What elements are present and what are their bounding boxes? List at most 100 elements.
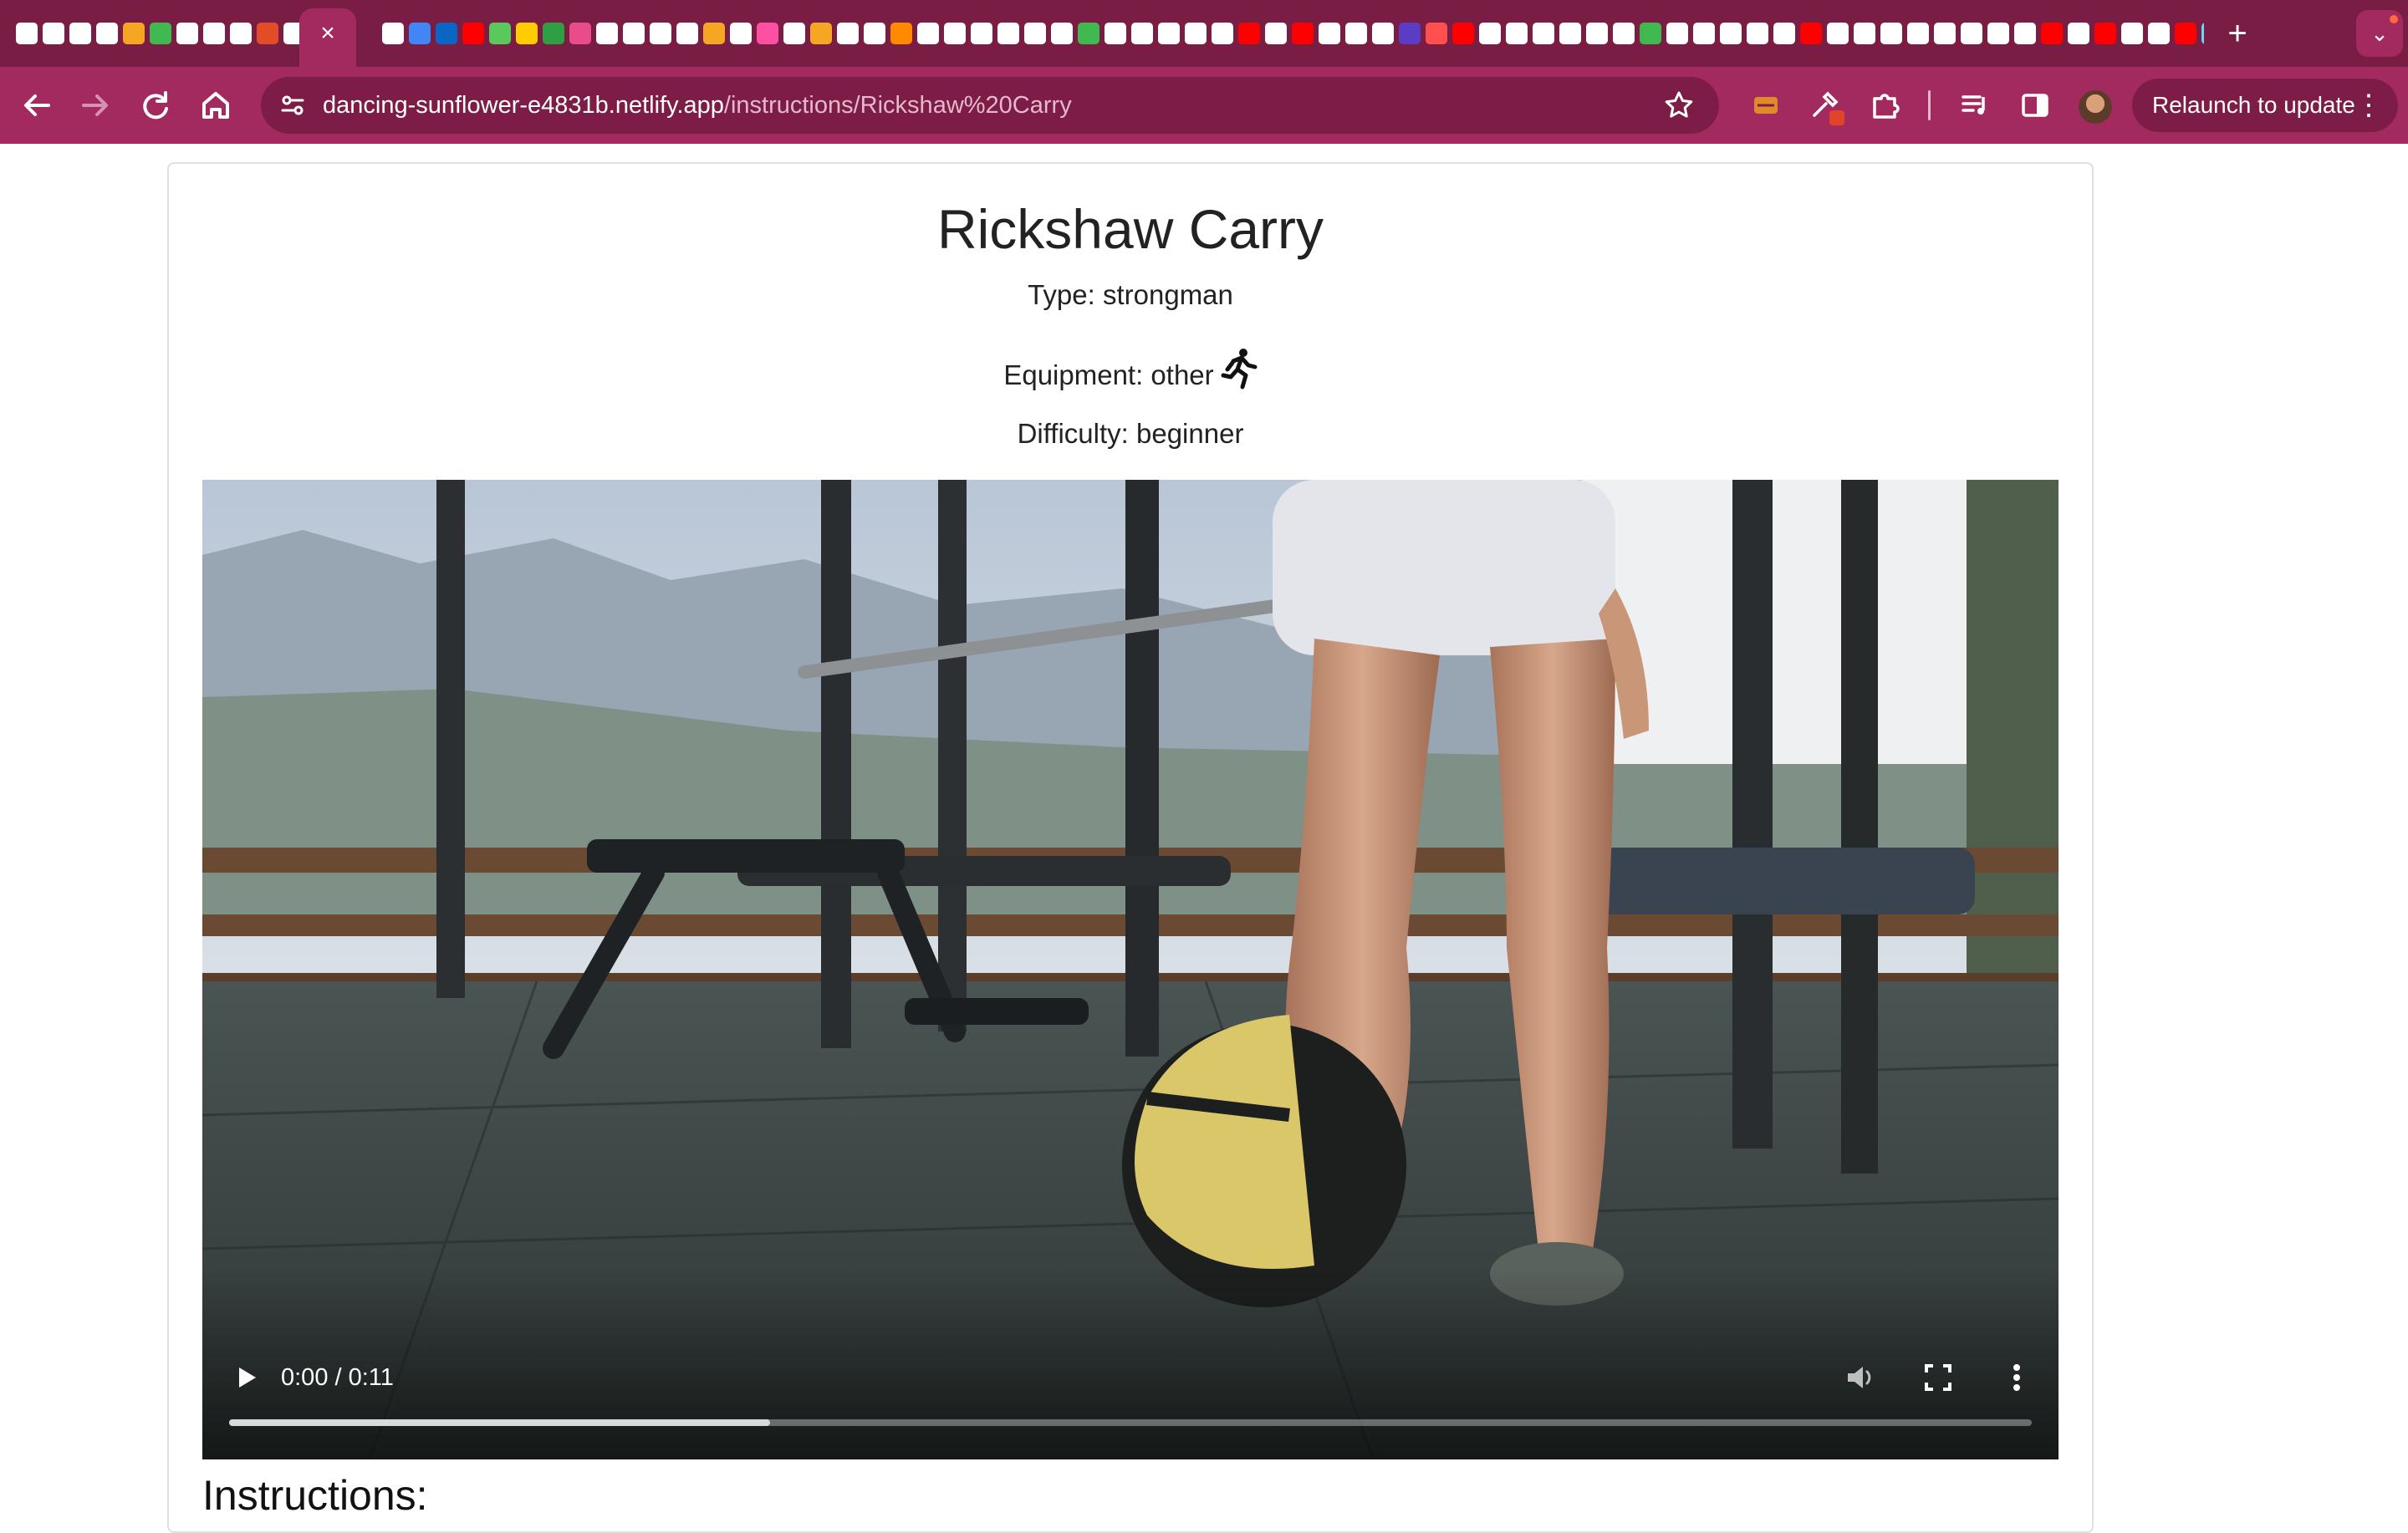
tab-favicon[interactable]: [1479, 23, 1501, 44]
tab-favicon[interactable]: [150, 23, 171, 44]
tab-favicon[interactable]: [783, 23, 805, 44]
tab-favicon[interactable]: [1292, 23, 1314, 44]
url-text[interactable]: dancing-sunflower-e4831b.netlify.app/ins…: [323, 77, 1072, 134]
extension-icon[interactable]: [1747, 87, 1784, 124]
tab-favicon[interactable]: [2094, 23, 2116, 44]
bookmark-star-icon[interactable]: [1662, 89, 1696, 122]
tab-favicon[interactable]: [2014, 23, 2036, 44]
back-button[interactable]: [17, 85, 57, 125]
tab-favicon[interactable]: [1800, 23, 1822, 44]
active-tab[interactable]: ×: [299, 8, 356, 67]
tab-favicon[interactable]: [1773, 23, 1795, 44]
side-panel-icon[interactable]: [2017, 87, 2053, 124]
tab-favicon[interactable]: [1078, 23, 1099, 44]
tab-favicon[interactable]: [43, 23, 64, 44]
profile-avatar[interactable]: [2079, 90, 2112, 124]
tab-favicon[interactable]: [837, 23, 859, 44]
tab-favicon[interactable]: [1640, 23, 1661, 44]
tab-favicon[interactable]: [1747, 23, 1768, 44]
tab-favicon[interactable]: [1586, 23, 1608, 44]
tab-favicon[interactable]: [1506, 23, 1528, 44]
tab-favicon[interactable]: [997, 23, 1019, 44]
play-button[interactable]: [229, 1361, 263, 1394]
tab-favicon[interactable]: [1961, 23, 1982, 44]
tab-favicon[interactable]: [2121, 23, 2143, 44]
tab-favicon[interactable]: [489, 23, 511, 44]
tab-favicon[interactable]: [1426, 23, 1447, 44]
tab-favicon[interactable]: [703, 23, 725, 44]
tab-favicon[interactable]: [2175, 23, 2196, 44]
reload-button[interactable]: [135, 85, 176, 125]
tab-favicon[interactable]: [1452, 23, 1474, 44]
tab-favicon[interactable]: [864, 23, 885, 44]
tab-favicon[interactable]: [409, 23, 431, 44]
tab-favicon[interactable]: [757, 23, 778, 44]
volume-button[interactable]: [1841, 1359, 1878, 1396]
fullscreen-button[interactable]: [1920, 1359, 1956, 1396]
tab-favicon[interactable]: [543, 23, 564, 44]
tab-favicon[interactable]: [1720, 23, 1742, 44]
relaunch-to-update-button[interactable]: Relaunch to update ⋮: [2132, 79, 2398, 132]
tab-favicon[interactable]: [1559, 23, 1581, 44]
home-button[interactable]: [196, 85, 236, 125]
video-more-button[interactable]: [1998, 1359, 2035, 1396]
tab-favicon[interactable]: [257, 23, 278, 44]
tab-favicon[interactable]: [1345, 23, 1367, 44]
tab-favicon[interactable]: [69, 23, 91, 44]
tab-favicon[interactable]: [176, 23, 198, 44]
tab-favicon[interactable]: [230, 23, 252, 44]
tab-favicon[interactable]: [96, 23, 118, 44]
extensions-puzzle-icon[interactable]: [1866, 87, 1903, 124]
tab-favicon[interactable]: [1185, 23, 1207, 44]
tab-favicon[interactable]: [890, 23, 912, 44]
tab-favicon[interactable]: [917, 23, 939, 44]
tab-favicon[interactable]: [1212, 23, 1233, 44]
tab-favicon[interactable]: [462, 23, 484, 44]
tab-favicon[interactable]: [382, 23, 404, 44]
tab-favicon[interactable]: [1024, 23, 1046, 44]
video-progress-bar[interactable]: [229, 1419, 2032, 1426]
tab-favicon[interactable]: [1158, 23, 1180, 44]
tab-favicon[interactable]: [596, 23, 618, 44]
tab-favicon[interactable]: [1131, 23, 1153, 44]
tab-favicon[interactable]: [2041, 23, 2063, 44]
tab-favicon[interactable]: [1399, 23, 1421, 44]
eyedropper-extension-icon[interactable]: [1806, 87, 1844, 125]
tab-favicon[interactable]: [1880, 23, 1902, 44]
tab-favicon[interactable]: [1693, 23, 1715, 44]
tab-favicon[interactable]: [1238, 23, 1260, 44]
tab-favicon[interactable]: [810, 23, 832, 44]
tab-favicon[interactable]: [516, 23, 538, 44]
close-tab-icon[interactable]: ×: [314, 20, 341, 47]
tab-favicon[interactable]: [1613, 23, 1635, 44]
tab-search-button[interactable]: ⌄: [2356, 10, 2403, 57]
tab-favicon[interactable]: [1105, 23, 1126, 44]
tab-favicon[interactable]: [1854, 23, 1875, 44]
tab-favicon[interactable]: [569, 23, 591, 44]
tab-favicon[interactable]: [676, 23, 698, 44]
tab-favicon[interactable]: [16, 23, 38, 44]
tab-favicon[interactable]: [436, 23, 457, 44]
tab-favicon[interactable]: [1827, 23, 1849, 44]
tab-favicon[interactable]: [650, 23, 671, 44]
tab-favicon[interactable]: [1265, 23, 1287, 44]
forward-button[interactable]: [75, 85, 115, 125]
address-bar[interactable]: dancing-sunflower-e4831b.netlify.app/ins…: [261, 77, 1719, 134]
tab-favicon[interactable]: [2148, 23, 2170, 44]
tab-favicon[interactable]: [944, 23, 966, 44]
tab-favicon[interactable]: [1666, 23, 1688, 44]
exercise-video[interactable]: 0:00 / 0:11: [202, 480, 2059, 1459]
tab-favicon[interactable]: [1051, 23, 1073, 44]
new-tab-button[interactable]: +: [2221, 17, 2254, 50]
tab-favicon[interactable]: [1907, 23, 1929, 44]
tab-favicon[interactable]: [2068, 23, 2089, 44]
tab-favicon[interactable]: [623, 23, 645, 44]
tab-favicon[interactable]: [2201, 23, 2204, 44]
tab-favicon[interactable]: [1319, 23, 1340, 44]
tab-favicon[interactable]: [730, 23, 752, 44]
tab-favicon[interactable]: [123, 23, 145, 44]
tab-favicon[interactable]: [1934, 23, 1956, 44]
tab-favicon[interactable]: [971, 23, 992, 44]
tab-favicon[interactable]: [1372, 23, 1394, 44]
site-info-icon[interactable]: [278, 90, 308, 120]
